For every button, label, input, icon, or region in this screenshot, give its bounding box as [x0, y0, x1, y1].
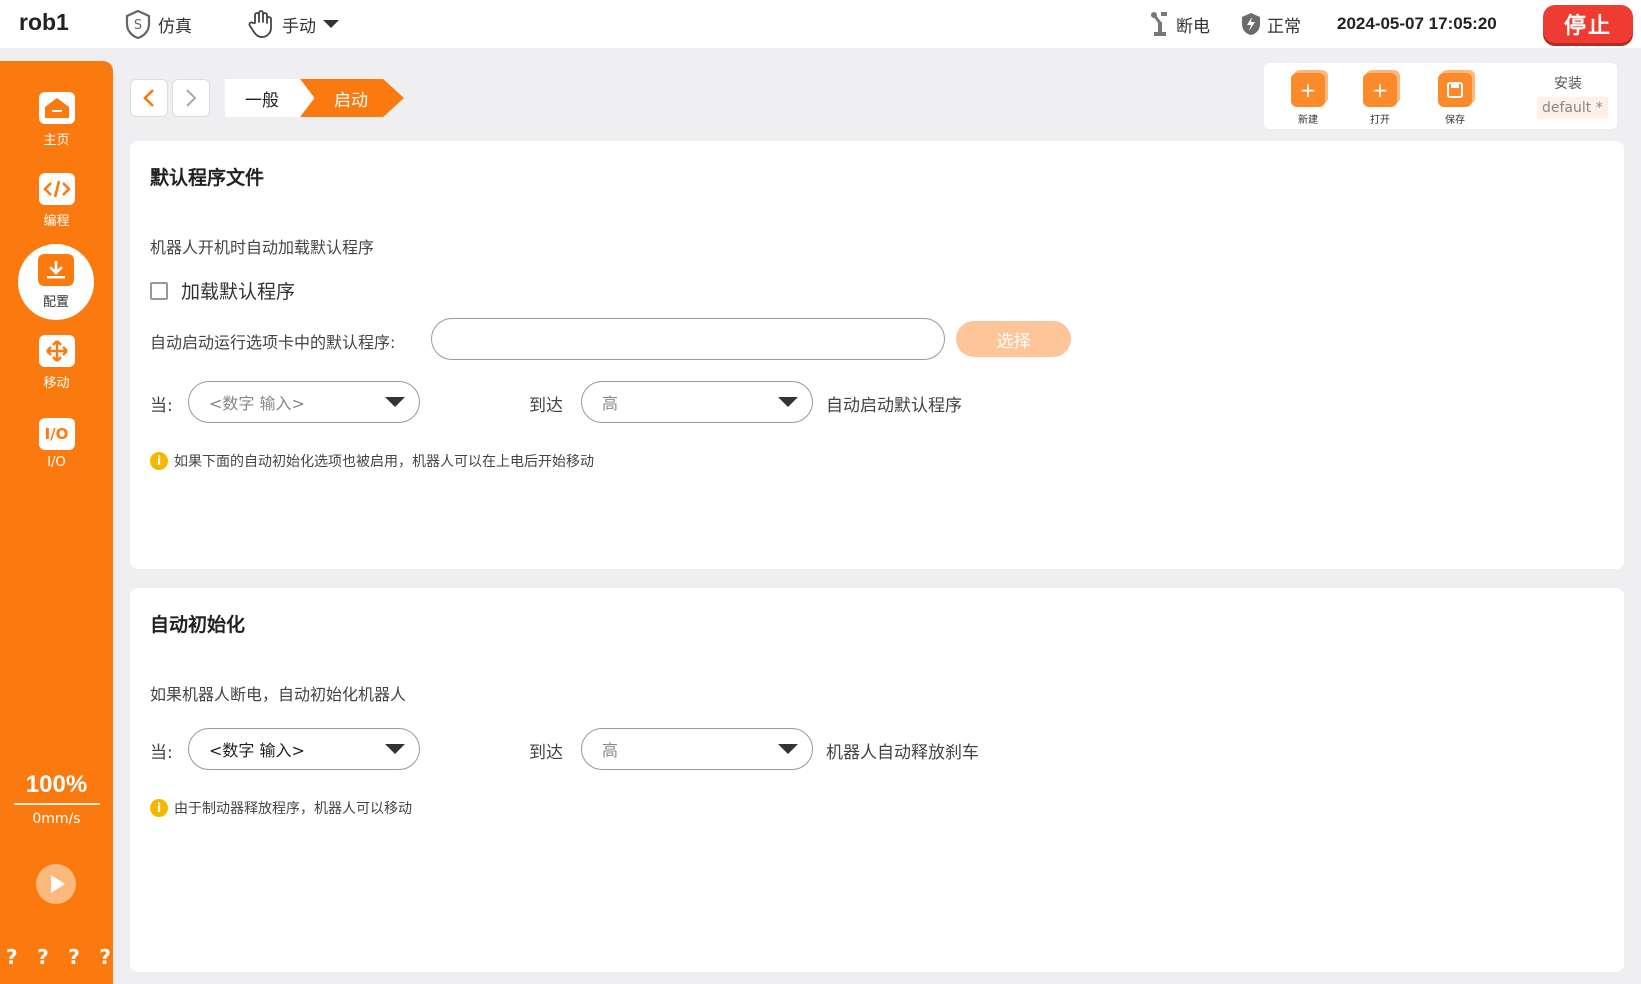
robot-arm-icon: [1151, 12, 1167, 36]
sidebar-item-io[interactable]: I/O I/O: [0, 405, 113, 483]
stop-button[interactable]: 停止: [1543, 5, 1633, 43]
when-input-select[interactable]: <数字 输入>: [188, 381, 420, 423]
card-title: 自动初始化: [150, 614, 246, 636]
note-text: 如果下面的自动初始化选项也被启用，机器人可以在上电后开始移动: [174, 454, 594, 470]
default-program-card: 默认程序文件 机器人开机时自动加载默认程序 加载默认程序 自动启动运行选项卡中的…: [130, 141, 1624, 569]
chevron-right-icon: [186, 89, 197, 107]
brake-release-suffix: 机器人自动释放刹车: [826, 743, 979, 763]
reach-level-select[interactable]: 高: [581, 728, 813, 770]
reach-label: 到达: [529, 743, 563, 763]
sidebar-item-program[interactable]: 编程: [0, 162, 113, 240]
shield-s-icon: S: [125, 9, 151, 39]
info-icon: i: [150, 452, 168, 470]
install-label: 安装: [1554, 76, 1582, 92]
help-row: ? ? ? ?: [6, 945, 111, 969]
hand-icon: [248, 10, 272, 38]
reach-label: 到达: [529, 396, 563, 416]
move-icon: [38, 335, 75, 367]
info-note: i 由于制动器释放程序，机器人可以移动: [150, 798, 412, 818]
when-label: 当:: [150, 743, 173, 763]
reach-level-select[interactable]: 高: [581, 381, 813, 423]
play-button[interactable]: [36, 864, 76, 904]
note-text: 由于制动器释放程序，机器人可以移动: [174, 801, 412, 817]
card-title: 默认程序文件: [150, 167, 265, 189]
save-button[interactable]: 保存: [1430, 73, 1480, 126]
breadcrumb-startup[interactable]: 启动: [300, 79, 404, 117]
simulation-toggle[interactable]: S 仿真: [124, 8, 192, 40]
home-icon: [38, 92, 75, 124]
new-button[interactable]: + 新建: [1283, 73, 1333, 126]
select-value: 高: [602, 741, 619, 760]
select-value: 高: [602, 394, 619, 413]
auto-init-card: 自动初始化 如果机器人断电，自动初始化机器人 当: <数字 输入> 到达 高 机…: [130, 588, 1624, 972]
shield-bolt-icon: [1242, 13, 1260, 35]
mode-label: 手动: [282, 16, 316, 37]
checkbox-label: 加载默认程序: [181, 281, 296, 303]
sidebar-item-label: 编程: [43, 214, 70, 229]
select-value: <数字 输入>: [209, 394, 305, 413]
folder-open-icon: +: [1363, 73, 1397, 107]
forward-button[interactable]: [172, 79, 210, 117]
sidebar-item-label: 移动: [43, 376, 70, 391]
status-label: 正常: [1267, 16, 1301, 37]
robot-name: rob1: [19, 9, 69, 35]
io-icon: I/O: [38, 418, 75, 450]
help-button[interactable]: ?: [68, 945, 80, 969]
sidebar-item-label: 配置: [42, 295, 69, 310]
chevron-left-icon: [143, 89, 154, 107]
speed-display: 100% 0mm/s: [0, 771, 113, 827]
choose-button[interactable]: 选择: [956, 321, 1071, 357]
info-icon: i: [150, 799, 168, 817]
sidebar-item-label: I/O: [47, 455, 66, 470]
open-label: 打开: [1370, 115, 1390, 126]
power-status: 断电: [1150, 8, 1210, 40]
safety-status: 正常: [1241, 8, 1301, 40]
load-default-checkbox[interactable]: [150, 281, 168, 300]
help-button[interactable]: ?: [99, 945, 111, 969]
autostart-suffix: 自动启动默认程序: [826, 396, 962, 416]
sidebar-item-config[interactable]: 配置: [18, 244, 94, 320]
sidebar-item-move[interactable]: 移动: [0, 324, 113, 402]
breadcrumb-general[interactable]: 一般: [225, 79, 313, 117]
caret-down-icon: [323, 20, 339, 28]
when-input-select[interactable]: <数字 输入>: [188, 728, 420, 770]
info-note: i 如果下面的自动初始化选项也被启用，机器人可以在上电后开始移动: [150, 451, 594, 471]
card-description: 机器人开机时自动加载默认程序: [150, 238, 375, 257]
speed-divider: [13, 803, 100, 805]
mode-dropdown[interactable]: 手动: [246, 8, 340, 40]
caret-down-icon: [778, 744, 798, 754]
new-label: 新建: [1298, 115, 1318, 126]
save-label: 保存: [1445, 115, 1465, 126]
sidebar-item-home[interactable]: 主页: [0, 81, 113, 159]
load-default-program-option[interactable]: 加载默认程序: [150, 277, 295, 304]
card-description: 如果机器人断电，自动初始化机器人: [150, 685, 407, 704]
svg-text:S: S: [134, 18, 142, 33]
top-bar: rob1 S 仿真 手动 断电 正常 2024-05-07 17:05:20 停…: [0, 0, 1641, 48]
install-value[interactable]: default *: [1537, 97, 1608, 119]
simulation-label: 仿真: [158, 16, 192, 37]
play-icon: [51, 875, 65, 893]
power-label: 断电: [1176, 16, 1210, 37]
when-label: 当:: [150, 396, 173, 416]
select-value: <数字 输入>: [209, 741, 305, 760]
speed-percent: 100%: [25, 771, 88, 798]
save-file-icon: [1438, 73, 1472, 107]
config-icon: [38, 254, 74, 286]
default-program-field[interactable]: [431, 318, 945, 360]
caret-down-icon: [385, 397, 405, 407]
sidebar-item-label: 主页: [43, 133, 70, 148]
caret-down-icon: [778, 397, 798, 407]
datetime: 2024-05-07 17:05:20: [1337, 14, 1497, 33]
sidebar: 主页 编程 配置 移动 I/O I/O 100% 0mm/s ? ? ? ?: [0, 61, 113, 984]
caret-down-icon: [385, 744, 405, 754]
open-button[interactable]: + 打开: [1355, 73, 1405, 126]
code-icon: [38, 173, 75, 205]
help-button[interactable]: ?: [37, 945, 49, 969]
help-button[interactable]: ?: [6, 945, 18, 969]
default-program-label: 自动启动运行选项卡中的默认程序:: [150, 333, 396, 352]
file-toolbar: + 新建 + 打开 保存 安装 default *: [1264, 63, 1617, 129]
new-file-icon: +: [1291, 73, 1325, 107]
speed-value: 0mm/s: [32, 811, 81, 827]
back-button[interactable]: [130, 79, 168, 117]
